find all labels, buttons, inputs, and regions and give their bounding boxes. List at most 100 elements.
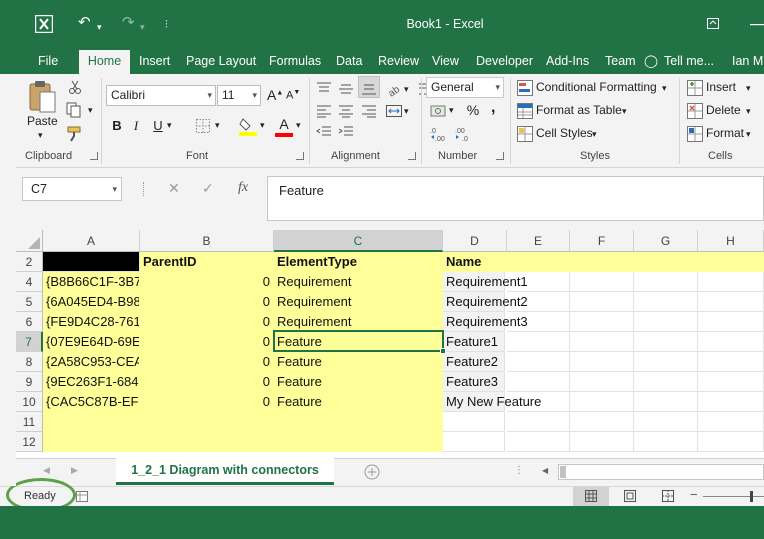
cell-b4[interactable]: 0 <box>140 272 274 292</box>
formula-input[interactable]: Feature <box>267 176 764 221</box>
cell-a2[interactable] <box>43 252 140 272</box>
decrease-font-size-icon[interactable]: A▼ <box>286 89 300 102</box>
cancel-icon[interactable]: ✕ <box>168 180 180 197</box>
insert-cells-icon[interactable] <box>687 80 703 96</box>
align-center-icon[interactable] <box>338 104 354 118</box>
cell-d2[interactable]: Name <box>443 252 507 272</box>
scroll-sheets-right-icon[interactable]: ▶ <box>71 465 78 476</box>
macro-recording-icon[interactable] <box>76 491 88 502</box>
new-sheet-icon[interactable] <box>364 464 380 480</box>
cell-b9[interactable]: 0 <box>140 372 274 392</box>
tab-review[interactable]: Review <box>370 48 427 74</box>
font-color-button[interactable]: A <box>275 115 293 133</box>
row-header-5[interactable]: 5 <box>16 292 43 312</box>
font-name-combo[interactable]: Calibri ▾ <box>106 85 216 106</box>
decrease-indent-icon[interactable] <box>316 125 332 139</box>
cell-g5[interactable] <box>634 292 698 312</box>
row-header-8[interactable]: 8 <box>16 352 43 372</box>
insert-cells-button[interactable]: Insert <box>706 80 736 94</box>
select-all-button[interactable] <box>16 230 43 252</box>
cell-d9[interactable]: Feature3 <box>443 372 505 392</box>
number-format-combo[interactable]: General ▾ <box>426 77 504 98</box>
orientation-dropdown-icon[interactable]: ▾ <box>404 84 409 95</box>
cell-h8[interactable] <box>698 352 764 372</box>
undo-icon[interactable]: ↶ <box>78 14 91 32</box>
cell-h2[interactable] <box>698 252 764 272</box>
font-color-dropdown-icon[interactable]: ▾ <box>296 120 301 131</box>
cell-h12[interactable] <box>698 432 764 452</box>
cell-a7[interactable]: {07E9E64D-69EE <box>43 332 140 352</box>
cell-f8[interactable] <box>570 352 634 372</box>
underline-button[interactable]: U <box>149 117 167 135</box>
account-name[interactable]: Ian Mi <box>724 48 764 74</box>
row-header-4[interactable]: 4 <box>16 272 43 292</box>
tab-splitter-grip-icon[interactable]: ⋮ <box>514 465 524 476</box>
horizontal-scrollbar-thumb[interactable] <box>560 466 566 478</box>
cell-d11[interactable] <box>443 412 505 432</box>
fill-color-icon[interactable] <box>239 116 257 136</box>
cell-g2[interactable] <box>634 252 698 272</box>
increase-decimal-icon[interactable]: .0 .00 <box>430 126 448 142</box>
cell-g11[interactable] <box>634 412 698 432</box>
percent-style-button[interactable]: % <box>464 101 482 119</box>
column-header-h[interactable]: H <box>698 230 764 252</box>
tab-file[interactable]: File <box>30 48 66 74</box>
worksheet-grid[interactable]: A B C D E F G H 2 ParentID ElementType Name… <box>16 230 764 458</box>
tab-insert[interactable]: Insert <box>131 48 178 74</box>
delete-cells-icon[interactable] <box>687 103 703 119</box>
cell-f7[interactable] <box>570 332 634 352</box>
cell-e2[interactable] <box>507 252 570 272</box>
fill-handle[interactable] <box>440 348 446 354</box>
zoom-slider-thumb[interactable] <box>750 491 753 502</box>
cell-d8[interactable]: Feature2 <box>443 352 505 372</box>
cell-d10[interactable]: My New Feature <box>443 392 541 412</box>
underline-dropdown-icon[interactable]: ▾ <box>167 120 172 131</box>
format-painter-icon[interactable] <box>67 126 83 142</box>
column-header-b[interactable]: B <box>140 230 274 252</box>
cell-g9[interactable] <box>634 372 698 392</box>
cell-h9[interactable] <box>698 372 764 392</box>
increase-font-size-icon[interactable]: A▲ <box>267 87 283 103</box>
tab-team[interactable]: Team <box>597 48 644 74</box>
cell-e5[interactable] <box>507 292 570 312</box>
cell-f5[interactable] <box>570 292 634 312</box>
cell-e9[interactable] <box>507 372 570 392</box>
cell-styles-icon[interactable] <box>517 126 533 142</box>
normal-view-button[interactable] <box>573 487 609 506</box>
tab-formulas[interactable]: Formulas <box>261 48 329 74</box>
borders-dropdown-icon[interactable]: ▾ <box>215 120 220 131</box>
cell-b11[interactable] <box>140 412 274 432</box>
paste-dropdown-icon[interactable]: ▾ <box>38 130 43 141</box>
column-header-g[interactable]: G <box>634 230 698 252</box>
cell-b6[interactable]: 0 <box>140 312 274 332</box>
accounting-format-icon[interactable] <box>430 103 446 119</box>
row-header-11[interactable]: 11 <box>16 412 43 432</box>
row-header-2[interactable]: 2 <box>16 252 43 272</box>
align-left-icon[interactable] <box>316 104 332 118</box>
cell-d12[interactable] <box>443 432 505 452</box>
delete-cells-button[interactable]: Delete <box>706 103 741 117</box>
cell-g7[interactable] <box>634 332 698 352</box>
fill-color-dropdown-icon[interactable]: ▾ <box>260 120 265 131</box>
cell-b7[interactable]: 0 <box>140 332 274 352</box>
row-header-12[interactable]: 12 <box>16 432 43 452</box>
column-header-c[interactable]: C <box>274 230 443 252</box>
cell-e11[interactable] <box>507 412 570 432</box>
horizontal-scrollbar[interactable] <box>558 464 764 480</box>
column-header-d[interactable]: D <box>443 230 507 252</box>
font-size-combo[interactable]: 11 ▾ <box>217 85 261 106</box>
cell-e8[interactable] <box>507 352 570 372</box>
accounting-dropdown-icon[interactable]: ▾ <box>449 105 454 116</box>
decrease-decimal-icon[interactable]: .00 .0 <box>455 126 473 142</box>
cell-b12[interactable] <box>140 432 274 452</box>
orientation-icon[interactable]: ab <box>386 81 402 97</box>
cell-a8[interactable]: {2A58C953-CEA7 <box>43 352 140 372</box>
align-middle-icon[interactable] <box>338 82 354 96</box>
conditional-formatting-button[interactable]: Conditional Formatting <box>536 80 657 94</box>
cell-f6[interactable] <box>570 312 634 332</box>
font-dialog-launcher[interactable] <box>296 152 304 160</box>
alignment-dialog-launcher[interactable] <box>408 152 416 160</box>
customize-qat-icon[interactable]: ⫶ <box>165 16 168 34</box>
format-as-table-icon[interactable] <box>517 103 533 119</box>
format-cells-icon[interactable] <box>687 126 703 142</box>
